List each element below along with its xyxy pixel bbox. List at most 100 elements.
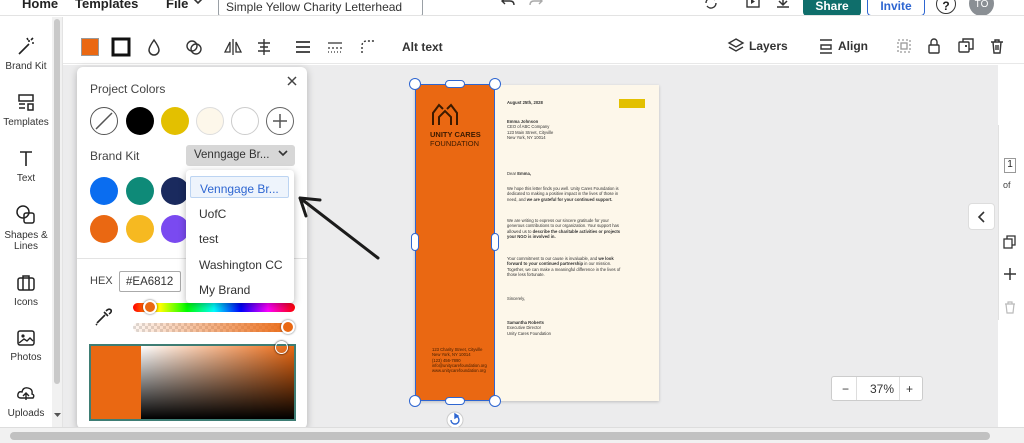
brand-swatch-navy[interactable] — [161, 177, 189, 205]
swatch-none[interactable] — [90, 107, 118, 135]
recipient-block: Emma Johnson CEO of ABC Company 123 Main… — [507, 119, 554, 140]
selection-box[interactable] — [415, 84, 495, 401]
zoom-in-button[interactable]: + — [906, 382, 913, 396]
resize-handle-right[interactable] — [491, 233, 499, 251]
resize-handle-left[interactable] — [411, 233, 419, 251]
add-color-button[interactable] — [266, 107, 294, 135]
share-button[interactable]: Share — [803, 0, 861, 15]
color-gradient-picker[interactable] — [89, 341, 296, 421]
brand-swatch-blue[interactable] — [90, 177, 118, 205]
flip-icon[interactable] — [223, 37, 243, 57]
opacity-slider-knob[interactable] — [281, 320, 295, 334]
chevron-down-icon[interactable] — [192, 0, 204, 7]
opacity-drop-icon[interactable] — [144, 37, 164, 57]
help-icon[interactable]: ? — [936, 0, 956, 14]
layers-icon[interactable] — [727, 37, 745, 57]
brand-swatch-orange[interactable] — [90, 215, 118, 243]
sidebar-item-brand-kit[interactable]: Brand Kit — [0, 37, 52, 72]
avatar[interactable]: TO — [969, 0, 994, 15]
align-icon[interactable] — [817, 37, 835, 57]
scrollbar-thumb[interactable] — [10, 432, 990, 440]
layers-button[interactable]: Layers — [749, 39, 788, 59]
swatch-cream[interactable] — [196, 107, 224, 135]
redo-icon[interactable] — [528, 0, 544, 9]
align-button[interactable]: Align — [838, 39, 868, 59]
resize-handle-top-left[interactable] — [409, 78, 421, 90]
dropdown-option-uofc[interactable]: UofC — [190, 202, 289, 224]
shapes-icon — [16, 205, 35, 224]
letter-date: August 25th, 2028 — [507, 100, 543, 105]
greeting: Dear Emma, — [507, 171, 531, 176]
right-page-panel: 1 of — [998, 125, 1024, 320]
horizontal-scrollbar[interactable] — [0, 427, 1024, 443]
dropdown-option-washington-cc[interactable]: Washington CC — [190, 253, 289, 275]
group-icon[interactable] — [895, 37, 913, 57]
hue-slider-knob[interactable] — [143, 300, 158, 314]
document-title-input[interactable]: Simple Yellow Charity Letterhead — [218, 0, 423, 15]
saturation-value-area[interactable] — [141, 341, 294, 419]
zoom-out-button[interactable]: − — [842, 382, 849, 396]
effects-icon[interactable] — [184, 37, 204, 57]
border-icon[interactable] — [111, 37, 131, 57]
page-number-input[interactable]: 1 — [1004, 158, 1016, 173]
zoom-control: − 37% + — [831, 376, 923, 401]
eyedropper-icon[interactable] — [93, 307, 113, 327]
duplicate-page-icon[interactable] — [1003, 235, 1017, 249]
brand-swatch-purple[interactable] — [161, 215, 189, 243]
resize-handle-bottom-left[interactable] — [409, 395, 421, 407]
fill-color-button[interactable] — [81, 38, 99, 56]
align-center-icon[interactable] — [254, 37, 274, 57]
swatch-yellow[interactable] — [161, 107, 189, 135]
brand-kit-dropdown-menu: Venngage Br... UofC test Washington CC M… — [186, 170, 294, 303]
trash-icon[interactable] — [988, 37, 1006, 57]
annotation-arrow-icon — [298, 196, 380, 260]
sidebar-item-text[interactable]: Text — [0, 149, 52, 184]
file-menu[interactable]: File — [166, 0, 188, 11]
hue-slider[interactable] — [133, 300, 295, 314]
alt-text-button[interactable]: Alt text — [402, 40, 443, 60]
scrollbar-thumb[interactable] — [54, 19, 60, 384]
add-page-icon[interactable] — [1003, 267, 1017, 281]
swatch-white[interactable] — [231, 107, 259, 135]
sidebar-scrollbar[interactable] — [52, 17, 62, 427]
collapse-panel-button[interactable] — [968, 203, 995, 230]
sidebar-item-icons[interactable]: Icons — [0, 273, 52, 308]
sidebar-item-photos[interactable]: Photos — [0, 328, 52, 363]
home-link[interactable]: Home — [22, 0, 58, 11]
corner-radius-icon[interactable] — [358, 37, 378, 57]
sidebar-item-shapes[interactable]: Shapes & Lines — [0, 204, 52, 252]
resize-handle-bottom-right[interactable] — [489, 395, 501, 407]
close-icon[interactable] — [286, 75, 298, 87]
download-icon[interactable] — [775, 0, 791, 11]
duplicate-icon[interactable] — [957, 37, 975, 57]
saturation-knob[interactable] — [275, 341, 288, 354]
sync-icon[interactable] — [703, 0, 719, 11]
dropdown-option-venngage[interactable]: Venngage Br... — [190, 176, 289, 198]
sidebar-item-uploads[interactable]: Uploads — [0, 384, 52, 419]
resize-handle-top[interactable] — [445, 80, 465, 88]
line-style-icon[interactable] — [325, 37, 345, 57]
sidebar-item-templates[interactable]: Templates — [0, 93, 52, 128]
opacity-slider[interactable] — [133, 320, 295, 334]
brand-kit-select[interactable]: Venngage Br... — [186, 145, 295, 166]
present-icon[interactable] — [745, 0, 761, 11]
brand-swatch-teal[interactable] — [126, 177, 154, 205]
resize-handle-bottom[interactable] — [445, 397, 465, 405]
scroll-down-arrow-icon[interactable] — [54, 413, 61, 418]
brand-swatch-amber[interactable] — [126, 215, 154, 243]
dropdown-option-my-brand[interactable]: My Brand — [190, 278, 289, 300]
invite-button[interactable]: Invite — [867, 0, 925, 15]
hex-input[interactable]: #EA6812 — [119, 271, 181, 292]
zoom-level[interactable]: 37% — [870, 382, 894, 396]
undo-icon[interactable] — [500, 0, 516, 9]
swatch-black[interactable] — [126, 107, 154, 135]
line-weight-icon[interactable] — [293, 37, 313, 57]
chevron-down-icon — [278, 150, 288, 157]
lock-icon[interactable] — [925, 37, 943, 57]
rotate-icon[interactable] — [446, 411, 464, 427]
delete-page-icon[interactable] — [1003, 300, 1017, 314]
top-bar: Home Templates File Simple Yellow Charit… — [0, 0, 1024, 16]
resize-handle-top-right[interactable] — [489, 78, 501, 90]
templates-link[interactable]: Templates — [75, 0, 138, 11]
dropdown-option-test[interactable]: test — [190, 227, 289, 249]
